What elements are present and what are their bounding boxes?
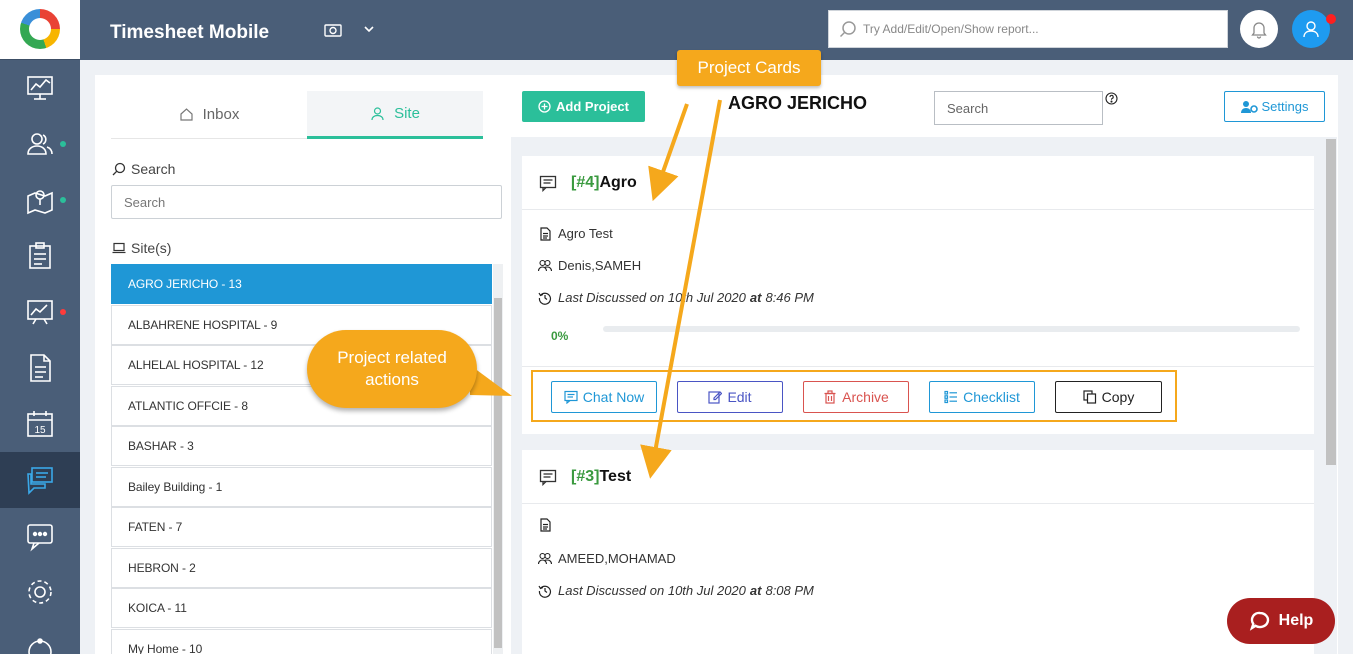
document-icon[interactable] bbox=[0, 340, 80, 396]
chat-bubble-icon bbox=[1249, 611, 1269, 631]
history-icon bbox=[538, 585, 552, 598]
svg-text:15: 15 bbox=[34, 425, 46, 436]
last-discussed: Last Discussed on 10th Jul 2020 at 8:46 PM bbox=[538, 290, 814, 305]
tab-site-label: Site bbox=[394, 105, 420, 122]
site-item[interactable]: KOICA - 11 bbox=[111, 588, 492, 628]
currency-icon[interactable] bbox=[323, 20, 343, 40]
analytics-icon[interactable] bbox=[0, 284, 80, 340]
project-name: Test bbox=[599, 467, 632, 485]
site-item[interactable]: AGRO JERICHO - 13 bbox=[111, 264, 492, 304]
project-actions-callout: Project related actions bbox=[307, 330, 477, 408]
project-description: Agro Test bbox=[538, 226, 613, 241]
report-search-input[interactable] bbox=[863, 19, 1213, 39]
question-icon[interactable] bbox=[1105, 92, 1118, 105]
project-number: [#3] bbox=[571, 467, 600, 485]
project-number: [#4] bbox=[571, 173, 600, 191]
map-location-icon[interactable] bbox=[0, 172, 80, 228]
nav-rail: 15 bbox=[0, 0, 80, 654]
cards-scrollbar[interactable] bbox=[1323, 137, 1337, 654]
project-members: AMEED,MOHAMAD bbox=[538, 551, 676, 566]
help-button[interactable]: Help bbox=[1227, 598, 1335, 644]
user-avatar-button[interactable] bbox=[1292, 10, 1330, 48]
tab-inbox-label: Inbox bbox=[202, 106, 240, 123]
dashboard-chart-icon[interactable] bbox=[0, 60, 80, 116]
app-logo[interactable] bbox=[0, 0, 80, 60]
comment-lines-icon bbox=[539, 469, 557, 486]
user-icon bbox=[371, 107, 384, 121]
project-card-header[interactable]: [#4] Agro bbox=[522, 156, 1314, 210]
comment-lines-icon bbox=[539, 175, 557, 192]
project-cards-callout: Project Cards bbox=[677, 50, 821, 86]
app-title: Timesheet Mobile bbox=[110, 22, 270, 43]
selected-site-title: AGRO JERICHO bbox=[728, 93, 868, 113]
add-project-button[interactable]: Add Project bbox=[522, 91, 645, 122]
project-search-input[interactable] bbox=[934, 91, 1103, 125]
main-panel: Inbox Site Search Site(s) AGRO JERICHO -… bbox=[95, 75, 1338, 654]
search-icon bbox=[839, 21, 856, 38]
site-item[interactable]: My Home - 10 bbox=[111, 628, 492, 654]
site-list: AGRO JERICHO - 13 ALBAHRENE HOSPITAL - 9… bbox=[111, 264, 492, 654]
sites-label: Site(s) bbox=[112, 240, 171, 256]
users-cog-icon bbox=[1240, 100, 1258, 113]
last-discussed: Last Discussed on 10th Jul 2020 at 8:08 PM bbox=[538, 583, 814, 598]
search-icon bbox=[112, 162, 126, 176]
project-card-header[interactable]: [#3] Test bbox=[522, 450, 1314, 504]
user-icon bbox=[1303, 21, 1319, 38]
file-text-icon bbox=[540, 226, 551, 241]
home-icon bbox=[180, 108, 193, 121]
laptop-icon bbox=[112, 242, 126, 254]
history-icon bbox=[538, 292, 552, 305]
site-search-input[interactable] bbox=[111, 185, 502, 219]
tab-site[interactable]: Site bbox=[307, 91, 483, 139]
chat-icon[interactable] bbox=[0, 452, 80, 508]
report-search-box[interactable] bbox=[828, 10, 1228, 48]
site-item[interactable]: BASHAR - 3 bbox=[111, 426, 492, 466]
settings-button[interactable]: Settings bbox=[1224, 91, 1325, 122]
project-description bbox=[538, 518, 558, 532]
project-card: [#3] Test AMEED,MOHAMAD Last Discussed on… bbox=[522, 450, 1314, 654]
progress-bar bbox=[603, 326, 1300, 332]
site-list-scrollbar[interactable] bbox=[493, 264, 503, 654]
users-icon[interactable] bbox=[0, 116, 80, 172]
users-icon bbox=[538, 259, 552, 271]
avatar-status-dot bbox=[1326, 14, 1336, 24]
site-item[interactable]: Bailey Building - 1 bbox=[111, 466, 492, 507]
site-item[interactable]: FATEN - 7 bbox=[111, 507, 492, 547]
more-icon[interactable] bbox=[0, 620, 80, 654]
calendar-icon[interactable]: 15 bbox=[0, 396, 80, 452]
file-text-icon bbox=[540, 518, 551, 532]
users-icon bbox=[538, 552, 552, 564]
site-item[interactable]: HEBRON - 2 bbox=[111, 547, 492, 588]
progress-label: 0% bbox=[551, 329, 569, 343]
project-name: Agro bbox=[599, 173, 637, 191]
notifications-button[interactable] bbox=[1240, 10, 1278, 48]
bell-icon bbox=[1251, 22, 1267, 39]
chevron-down-icon[interactable] bbox=[363, 23, 375, 35]
settings-gear-icon[interactable] bbox=[0, 564, 80, 620]
tab-inbox[interactable]: Inbox bbox=[111, 91, 307, 139]
message-dots-icon[interactable] bbox=[0, 508, 80, 564]
plus-circle-icon bbox=[538, 100, 551, 113]
clipboard-list-icon[interactable] bbox=[0, 228, 80, 284]
site-search-label: Search bbox=[112, 161, 175, 177]
actions-highlight-frame bbox=[531, 370, 1177, 422]
project-members: Denis,SAMEH bbox=[538, 258, 641, 273]
